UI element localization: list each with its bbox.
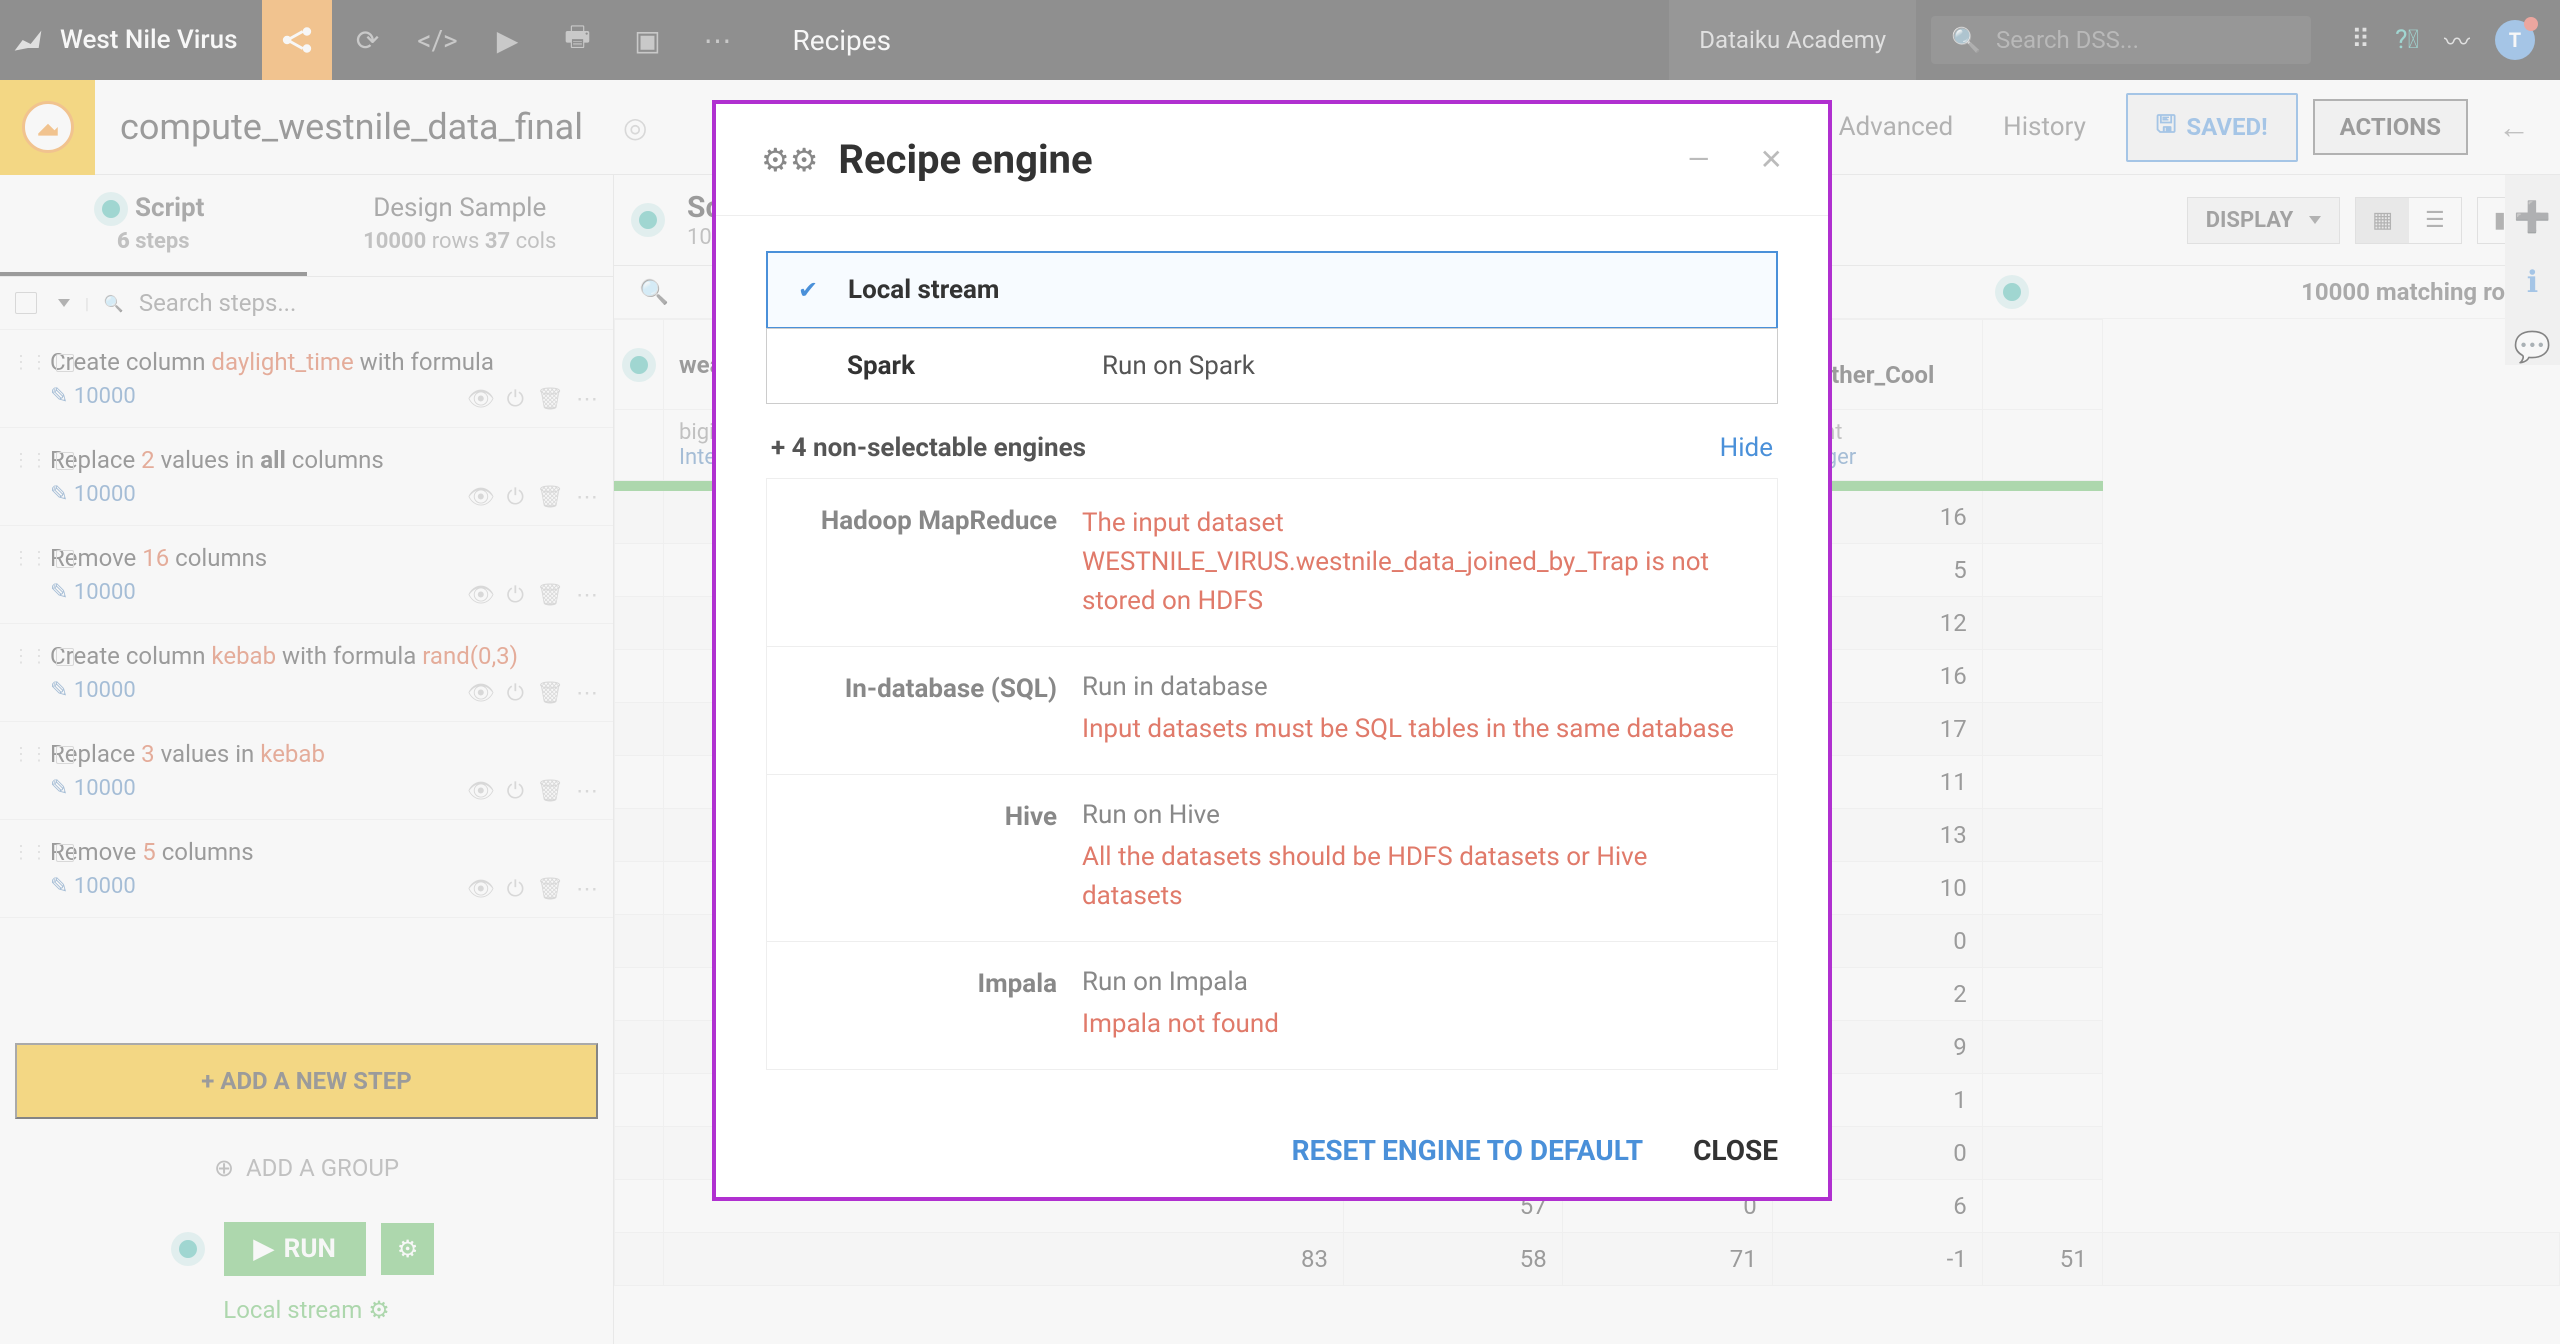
recipe-engine-modal: ⚙⚙ Recipe engine — ✕ ✔ Local stream Spar…	[712, 100, 1832, 1201]
engine-name: In-database (SQL)	[797, 672, 1057, 749]
engine-name: Spark	[847, 351, 1077, 381]
non-selectable-label[interactable]: + 4 non-selectable engines	[771, 433, 1086, 463]
engine-option[interactable]: Spark Run on Spark	[766, 328, 1778, 404]
engine-error: All the datasets should be HDFS datasets…	[1082, 838, 1747, 916]
engine-disabled: In-database (SQL) Run in database Input …	[766, 646, 1778, 775]
close-button[interactable]: CLOSE	[1693, 1134, 1778, 1167]
engine-disabled: Hive Run on Hive All the datasets should…	[766, 774, 1778, 942]
reset-engine-button[interactable]: RESET ENGINE TO DEFAULT	[1292, 1134, 1643, 1167]
engine-error: The input dataset WESTNILE_VIRUS.westnil…	[1082, 504, 1747, 621]
engine-run-label: Run on Hive	[1082, 800, 1747, 830]
engine-disabled: Hadoop MapReduce The input dataset WESTN…	[766, 478, 1778, 647]
engine-desc: Run on Spark	[1102, 351, 1255, 381]
hide-link[interactable]: Hide	[1720, 433, 1773, 463]
engine-name: Impala	[797, 967, 1057, 1044]
check-icon: ✔	[798, 276, 823, 304]
engine-error: Input datasets must be SQL tables in the…	[1082, 710, 1747, 749]
engine-option[interactable]: ✔ Local stream	[766, 251, 1778, 329]
engine-name: Local stream	[848, 275, 1078, 305]
engine-name: Hive	[797, 800, 1057, 916]
engine-run-label: Run in database	[1082, 672, 1747, 702]
engine-disabled: Impala Run on Impala Impala not found	[766, 941, 1778, 1070]
engine-run-label: Run on Impala	[1082, 967, 1747, 997]
minimize-icon[interactable]: —	[1688, 143, 1710, 176]
engine-name: Hadoop MapReduce	[797, 504, 1057, 621]
modal-title: Recipe engine	[838, 136, 1092, 183]
engine-error: Impala not found	[1082, 1005, 1747, 1044]
gears-icon: ⚙⚙	[761, 141, 818, 179]
close-icon[interactable]: ✕	[1760, 143, 1783, 176]
